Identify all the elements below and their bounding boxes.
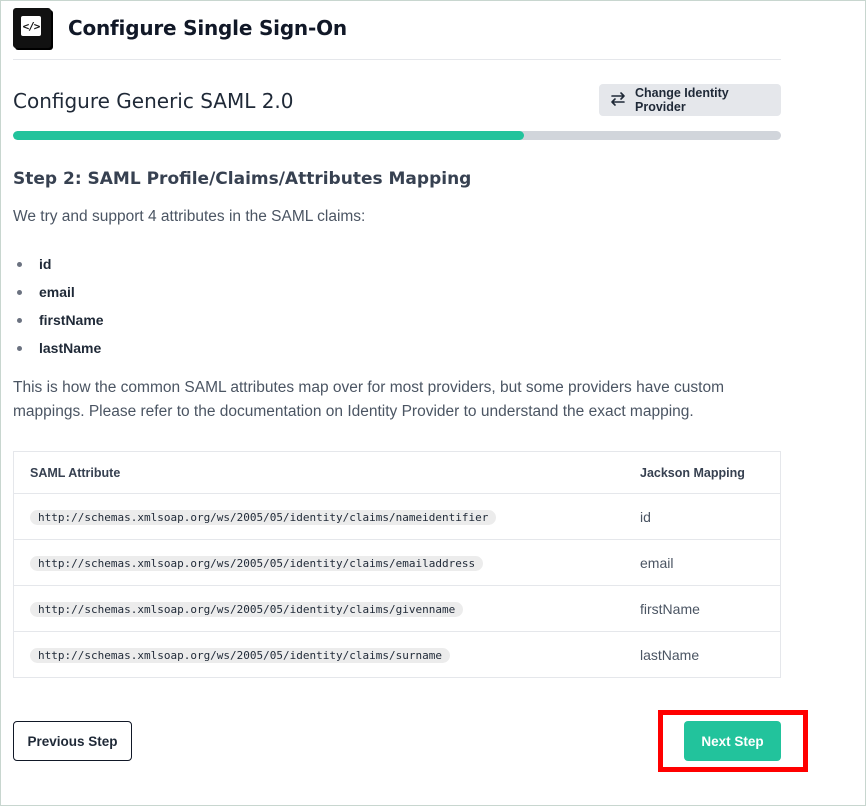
saml-attribute-code: http://schemas.xmlsoap.org/ws/2005/05/id… bbox=[30, 601, 464, 617]
change-identity-provider-label: Change Identity Provider bbox=[635, 86, 729, 114]
table-row: http://schemas.xmlsoap.org/ws/2005/05/id… bbox=[14, 586, 780, 632]
table-row: http://schemas.xmlsoap.org/ws/2005/05/id… bbox=[14, 540, 780, 586]
table-header: SAML Attribute Jackson Mapping bbox=[14, 452, 780, 494]
jackson-mapping-value: firstName bbox=[640, 600, 700, 617]
saml-attribute-code: http://schemas.xmlsoap.org/ws/2005/05/id… bbox=[30, 555, 484, 571]
bullet-icon bbox=[17, 317, 22, 323]
attribute-name: id bbox=[39, 256, 52, 272]
bullet-icon bbox=[17, 345, 22, 351]
jackson-mapping-value: lastName bbox=[640, 646, 700, 663]
attribute-name: firstName bbox=[39, 312, 104, 328]
attribute-name: email bbox=[39, 284, 75, 300]
progress-bar bbox=[13, 131, 781, 140]
jackson-mapping-value: id bbox=[640, 508, 651, 525]
mapping-description: This is how the common SAML attributes m… bbox=[13, 379, 724, 420]
list-item: id bbox=[13, 250, 104, 278]
code-icon: </> bbox=[21, 16, 41, 36]
list-item: email bbox=[13, 278, 104, 306]
progress-fill bbox=[13, 131, 524, 140]
app-header: </> Configure Single Sign-On bbox=[13, 8, 781, 60]
table-row: http://schemas.xmlsoap.org/ws/2005/05/id… bbox=[14, 632, 780, 677]
app-logo: </> bbox=[13, 8, 51, 48]
step-title: Step 2: SAML Profile/Claims/Attributes M… bbox=[13, 169, 472, 189]
previous-step-button[interactable]: Previous Step bbox=[13, 721, 132, 761]
attribute-list: id email firstName lastName bbox=[13, 250, 104, 362]
attribute-name: lastName bbox=[39, 340, 102, 356]
table-row: http://schemas.xmlsoap.org/ws/2005/05/id… bbox=[14, 494, 780, 540]
list-item: firstName bbox=[13, 306, 104, 334]
list-item: lastName bbox=[13, 334, 104, 362]
app-title: Configure Single Sign-On bbox=[68, 16, 347, 40]
column-header-saml-attribute: SAML Attribute bbox=[30, 465, 121, 480]
mapping-table: SAML Attribute Jackson Mapping http://sc… bbox=[13, 451, 781, 678]
bullet-icon bbox=[17, 261, 22, 267]
bullet-icon bbox=[17, 289, 22, 295]
column-header-jackson-mapping: Jackson Mapping bbox=[640, 465, 745, 480]
swap-arrows-icon bbox=[609, 91, 627, 110]
step-intro: We try and support 4 attributes in the S… bbox=[13, 208, 366, 225]
saml-attribute-code: http://schemas.xmlsoap.org/ws/2005/05/id… bbox=[30, 509, 497, 525]
change-identity-provider-button[interactable]: Change Identity Provider bbox=[599, 84, 781, 116]
page-heading: Configure Generic SAML 2.0 bbox=[13, 89, 294, 113]
next-step-button[interactable]: Next Step bbox=[684, 721, 781, 761]
jackson-mapping-value: email bbox=[640, 554, 674, 571]
saml-attribute-code: http://schemas.xmlsoap.org/ws/2005/05/id… bbox=[30, 647, 450, 663]
